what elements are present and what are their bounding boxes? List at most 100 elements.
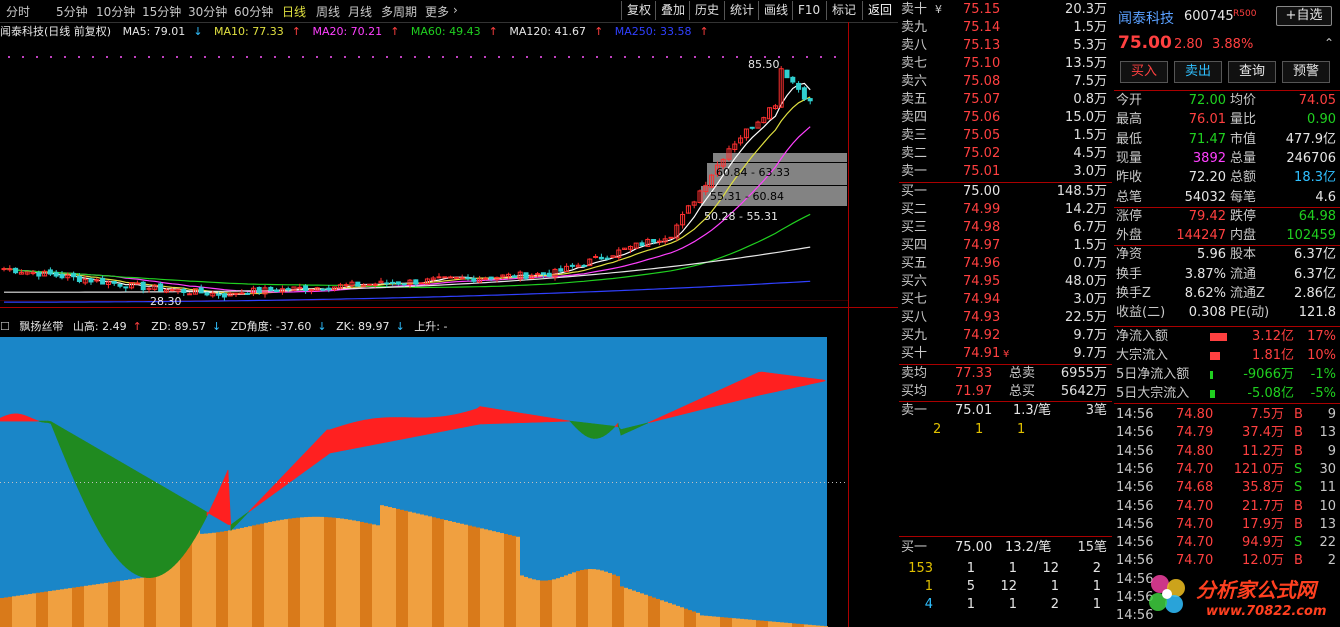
bid-row[interactable]: 买九 74.92 9.7万 [899, 327, 1111, 345]
tab-daily[interactable]: 日线 [282, 3, 306, 20]
tab-weekly[interactable]: 周线 [316, 3, 340, 20]
midline-dot [324, 482, 325, 483]
adjust-button[interactable]: 复权 [621, 1, 656, 20]
alert-button[interactable]: 预警 [1282, 61, 1330, 83]
dotted-marker [456, 56, 458, 58]
ribbon-segment [350, 422, 355, 450]
ribbon-segment [458, 412, 463, 429]
mountain-bar [4, 597, 8, 627]
ribbon-segment [587, 422, 592, 439]
overlay-button[interactable]: 叠加 [655, 1, 690, 20]
mountain-bar [140, 577, 144, 627]
ribbon-segment [155, 482, 160, 578]
mountain-bar [712, 616, 716, 627]
tab-more[interactable]: 更多 [425, 3, 449, 20]
bid-row[interactable]: 买二 74.99 14.2万 [899, 201, 1111, 219]
ask-row[interactable]: 卖三 75.05 1.5万 [899, 127, 1111, 145]
dotted-marker [652, 56, 654, 58]
bid-row[interactable]: 买四 74.97 1.5万 [899, 237, 1111, 255]
mountain-bar [428, 516, 432, 627]
ask-row[interactable]: 卖八 75.13 5.3万 [899, 37, 1111, 55]
ribbon-segment [494, 408, 499, 424]
ribbon-segment [80, 438, 85, 502]
candle-body [268, 286, 274, 291]
ribbon-segment [725, 385, 730, 404]
tick-row: 14:56 74.70 17.9万 B 13 [1116, 516, 1336, 532]
mountain-bar [268, 521, 272, 627]
bid-row[interactable]: 买八 74.93 22.5万 [899, 309, 1111, 327]
ask-row[interactable]: 卖十 75.15 20.3万 [899, 1, 1111, 19]
tab-multi-period[interactable]: 多周期 [381, 3, 417, 20]
candle-body [488, 276, 494, 280]
tab-monthly[interactable]: 月线 [348, 3, 372, 20]
price-change-pct: 3.88% [1212, 37, 1254, 52]
ribbon-segment [524, 413, 529, 423]
indicator-name: 飘扬丝带 [19, 320, 64, 333]
ask-row[interactable]: 卖七 75.10 13.5万 [899, 55, 1111, 73]
dotted-marker [820, 56, 822, 58]
back-button[interactable]: 返回 [862, 1, 897, 20]
ask-row[interactable]: 卖六 75.08 7.5万 [899, 73, 1111, 91]
bid-row[interactable]: 买七 74.94 3.0万 [899, 291, 1111, 309]
mark-button[interactable]: 标记 [826, 1, 861, 20]
sell-button[interactable]: 卖出 [1174, 61, 1222, 83]
tab-60min[interactable]: 60分钟 [234, 3, 273, 20]
candle-body [651, 239, 657, 243]
stats-button[interactable]: 统计 [724, 1, 759, 20]
midline-dot [676, 482, 677, 483]
indicator-checkbox-icon[interactable]: ☐ [0, 320, 10, 333]
dotted-marker [106, 56, 108, 58]
candlestick-chart[interactable]: 80.0070.0060.0050.0040.0030.00 60.84 - 6… [0, 40, 848, 306]
tab-10min[interactable]: 10分钟 [96, 3, 135, 20]
candle-body [343, 284, 349, 287]
history-button[interactable]: 历史 [689, 1, 724, 20]
tab-15min[interactable]: 15分钟 [142, 3, 181, 20]
ribbon-indicator-chart[interactable]: 80.0060.0040.0020.00 [0, 337, 848, 627]
midline-dot [356, 482, 357, 483]
ribbon-segment [470, 409, 475, 427]
ask-row[interactable]: 卖四 75.06 15.0万 [899, 109, 1111, 127]
watermark-title: 分析家公式网 [1196, 578, 1316, 602]
midline-dot [792, 482, 793, 483]
tab-minute[interactable]: 分时 [6, 3, 30, 20]
ribbon-segment [596, 423, 601, 439]
mountain-bar [576, 571, 580, 627]
query-button[interactable]: 查询 [1228, 61, 1276, 83]
dotted-marker [428, 56, 430, 58]
expand-icon[interactable]: ⌃ [1324, 36, 1334, 50]
midline-dot [576, 482, 577, 483]
candle-body [13, 267, 19, 274]
buy-button[interactable]: 买入 [1120, 61, 1168, 83]
ask-row[interactable]: 卖二 75.02 4.5万 [899, 145, 1111, 163]
bid-row[interactable]: 买三 74.98 6.7万 [899, 219, 1111, 237]
ribbon-segment [821, 379, 826, 382]
fund-flow-row: 5日净流入额 -9066万 -1% [1116, 367, 1336, 382]
midline-dot [680, 482, 681, 483]
bid-row[interactable]: 买五 74.96 0.7万 [899, 255, 1111, 273]
midline-dot [712, 482, 713, 483]
tab-5min[interactable]: 5分钟 [56, 3, 88, 20]
bid-row[interactable]: 买六 74.95 48.0万 [899, 273, 1111, 291]
queue-order-size: 1 [1008, 597, 1017, 612]
chevron-right-icon[interactable]: › [453, 3, 458, 17]
ribbon-segment [20, 414, 25, 422]
add-watchlist-button[interactable]: +自选 [1276, 6, 1332, 26]
mountain-bar [532, 579, 536, 627]
ribbon-segment [800, 376, 805, 387]
dotted-marker [330, 56, 332, 58]
mountain-bar [728, 617, 732, 627]
ask-row[interactable]: 卖九 75.14 1.5万 [899, 19, 1111, 37]
ribbon-segment [296, 457, 301, 478]
ribbon-segment [11, 413, 16, 422]
mountain-bar [708, 616, 712, 627]
bid-row[interactable]: 买一 75.00 148.5万 [899, 183, 1111, 201]
tab-30min[interactable]: 30分钟 [188, 3, 227, 20]
ribbon-segment [287, 466, 292, 485]
dotted-marker [624, 56, 626, 58]
mountain-bar [508, 534, 512, 627]
ask-row[interactable]: 卖一 75.01 3.0万 [899, 163, 1111, 181]
ask-row[interactable]: 卖五 75.07 0.8万 [899, 91, 1111, 109]
ribbon-segment [602, 424, 607, 437]
draw-button[interactable]: 画线 [758, 1, 793, 20]
f10-button[interactable]: F10 [792, 1, 825, 20]
